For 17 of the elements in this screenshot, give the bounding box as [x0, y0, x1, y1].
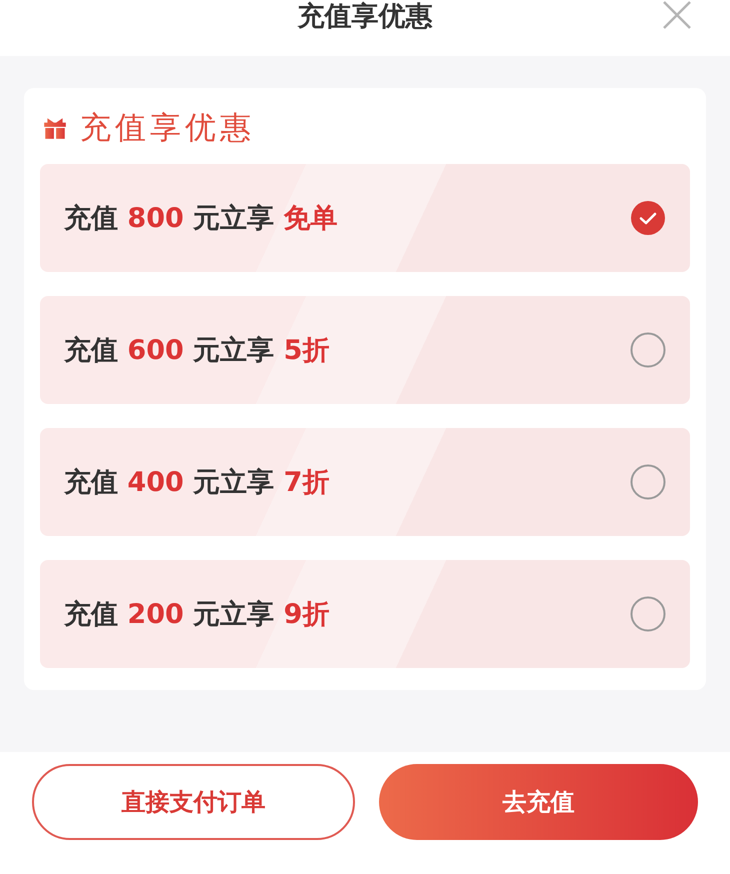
recharge-option[interactable]: 充值 400 元立享 7折	[40, 428, 690, 536]
recharge-option[interactable]: 充值 600 元立享 5折	[40, 296, 690, 404]
section-heading: 充值享优惠	[80, 109, 255, 148]
close-icon[interactable]	[662, 0, 692, 30]
recharge-option[interactable]: 充值 800 元立享 免单	[40, 164, 690, 272]
dialog-title: 充值享优惠	[298, 1, 432, 33]
radio-icon[interactable]	[630, 332, 666, 368]
recharge-button[interactable]: 去充值	[379, 764, 698, 840]
option-label: 充值 600 元立享 5折	[64, 334, 330, 368]
checked-radio-icon[interactable]	[630, 200, 666, 236]
pay-order-button[interactable]: 直接支付订单	[32, 764, 355, 840]
recharge-option[interactable]: 充值 200 元立享 9折	[40, 560, 690, 668]
option-label: 充值 800 元立享 免单	[64, 202, 338, 236]
radio-icon[interactable]	[630, 596, 666, 632]
option-label: 充值 400 元立享 7折	[64, 466, 330, 500]
radio-icon[interactable]	[630, 464, 666, 500]
option-label: 充值 200 元立享 9折	[64, 598, 330, 632]
